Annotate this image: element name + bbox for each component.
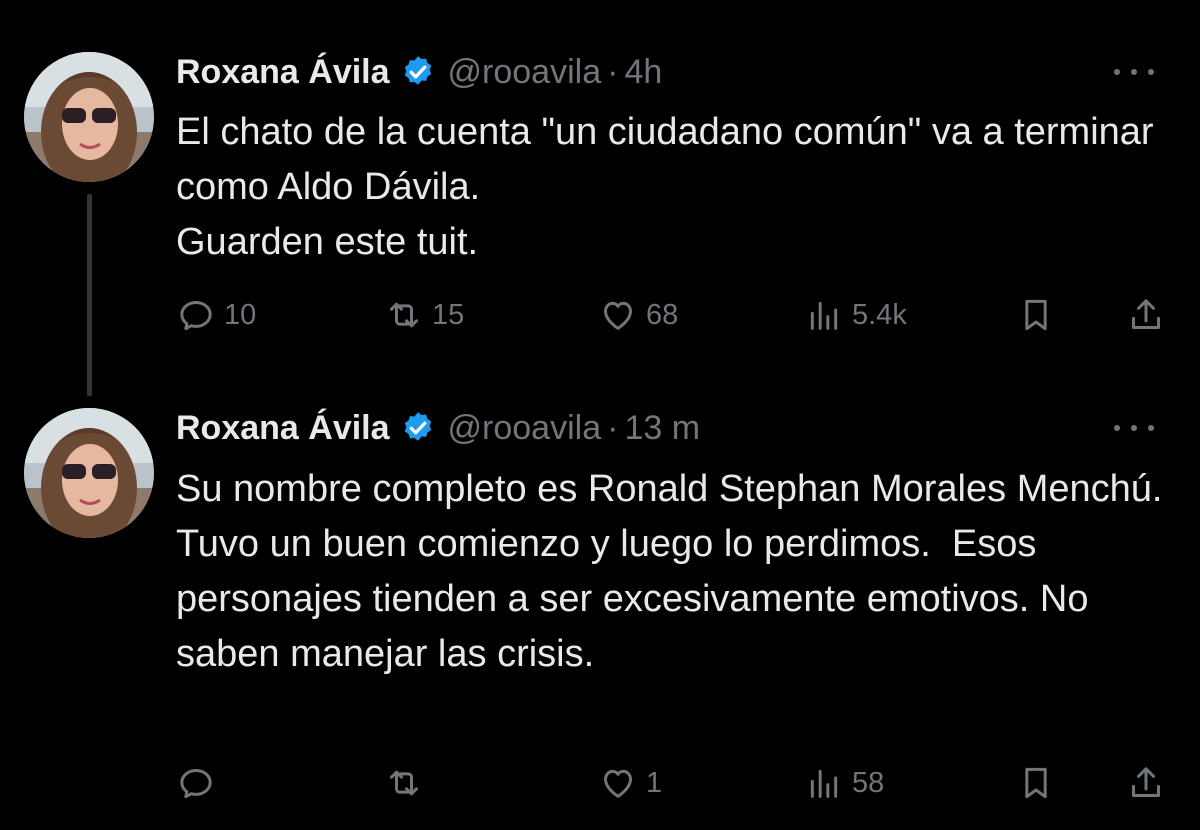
reply-count: 10 <box>224 298 257 331</box>
like-count: 1 <box>646 766 663 799</box>
author-name[interactable]: Roxana Ávila <box>176 409 390 448</box>
tweet-text-line: Tuvo un buen comienzo y luego lo perdimo… <box>176 523 1100 675</box>
reply-button[interactable]: 10 <box>176 290 256 340</box>
thread-line <box>87 194 92 396</box>
bookmark-icon <box>1025 299 1047 331</box>
author-name[interactable]: Roxana Ávila <box>176 53 390 92</box>
like-count: 68 <box>646 298 679 331</box>
retweet-icon <box>390 770 418 796</box>
views-chart-icon <box>810 301 838 330</box>
views-button[interactable]: 58 <box>804 758 884 808</box>
tweet-actions: 10 15 68 5.4k <box>176 290 1176 340</box>
separator-dot: · <box>607 408 619 447</box>
avatar-photo-icon <box>24 408 154 538</box>
tweet-text-line: Su nombre completo es Ronald Stephan Mor… <box>176 468 1163 510</box>
tweet-timestamp[interactable]: 4h <box>624 53 662 92</box>
bookmark-button[interactable] <box>1016 758 1056 808</box>
tweet-header: Roxana Ávila @rooavila · 4h <box>176 50 662 94</box>
views-count: 5.4k <box>852 298 907 331</box>
tweet-text: Su nombre completo es Ronald Stephan Mor… <box>176 462 1166 682</box>
share-icon <box>1132 767 1160 797</box>
bookmark-button[interactable] <box>1016 290 1056 340</box>
retweet-button[interactable] <box>384 758 432 808</box>
tweet-timestamp[interactable]: 13 m <box>624 409 700 448</box>
verified-badge-icon <box>400 410 436 446</box>
retweet-icon <box>390 302 418 328</box>
like-button[interactable]: 1 <box>598 758 662 808</box>
views-count: 58 <box>852 766 885 799</box>
tweet-text: El chato de la cuenta "un ciudadano comú… <box>176 105 1166 270</box>
avatar-photo-icon <box>24 52 154 182</box>
more-options-icon[interactable] <box>1114 413 1154 443</box>
retweet-count: 15 <box>432 298 465 331</box>
share-button[interactable] <box>1126 290 1166 340</box>
views-button[interactable]: 5.4k <box>804 290 907 340</box>
separator-dot: · <box>607 52 619 91</box>
heart-icon <box>604 769 632 798</box>
like-button[interactable]: 68 <box>598 290 678 340</box>
verified-badge-icon <box>400 54 436 90</box>
tweet-actions: 1 58 <box>176 758 1176 808</box>
heart-icon <box>604 301 632 330</box>
tweet-text-line: Guarden este tuit. <box>176 221 479 263</box>
tweet-header: Roxana Ávila @rooavila · 13 m <box>176 406 700 450</box>
more-options-icon[interactable] <box>1114 57 1154 87</box>
retweet-button[interactable]: 15 <box>384 290 464 340</box>
avatar[interactable] <box>24 408 154 538</box>
reply-button[interactable] <box>176 758 224 808</box>
avatar[interactable] <box>24 52 154 182</box>
share-icon <box>1132 299 1160 329</box>
views-chart-icon <box>810 769 838 798</box>
reply-icon <box>180 301 212 331</box>
tweet[interactable]: Roxana Ávila @rooavila · 13 m Su nombre … <box>0 400 1200 830</box>
author-handle[interactable]: @rooavila <box>448 409 602 448</box>
bookmark-icon <box>1025 767 1047 799</box>
share-button[interactable] <box>1126 758 1166 808</box>
author-handle[interactable]: @rooavila <box>448 53 602 92</box>
tweet-text-line: El chato de la cuenta "un ciudadano comú… <box>176 111 1165 208</box>
reply-icon <box>180 769 212 799</box>
tweet[interactable]: Roxana Ávila @rooavila · 4h El chato de … <box>0 0 1200 400</box>
